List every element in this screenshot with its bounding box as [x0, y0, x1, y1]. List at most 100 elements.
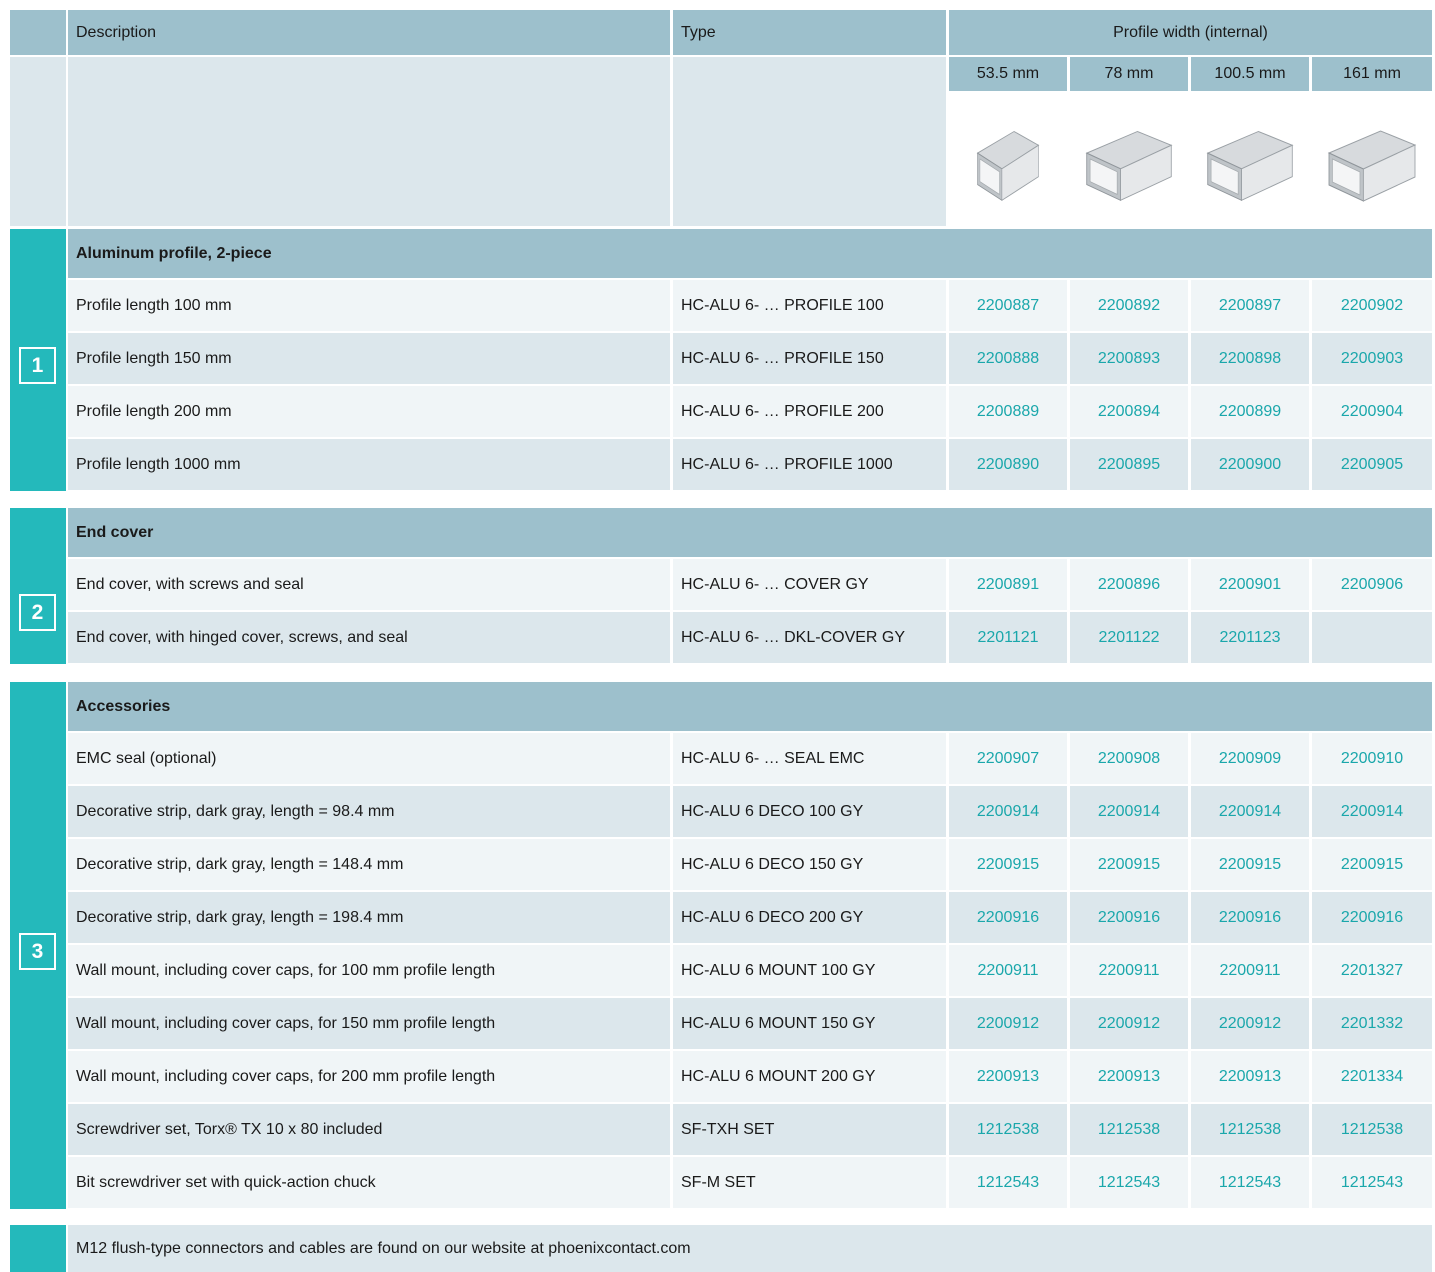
item-number-link[interactable]: 2200908 [1070, 733, 1188, 784]
item-number-link[interactable]: 1212538 [1312, 1104, 1432, 1155]
item-number-link[interactable]: 2200899 [1191, 386, 1309, 437]
item-number-link[interactable]: 2200904 [1312, 386, 1432, 437]
item-number-link[interactable]: 2200912 [949, 998, 1067, 1049]
item-number-link[interactable]: 2200897 [1191, 280, 1309, 331]
item-number-link[interactable]: 2200914 [949, 786, 1067, 837]
item-number-link[interactable]: 2200909 [1191, 733, 1309, 784]
item-number-link[interactable]: 2200890 [949, 439, 1067, 490]
row-description: End cover, with screws and seal [68, 559, 670, 610]
item-number-link[interactable]: 2200902 [1312, 280, 1432, 331]
blank-type-cell [673, 57, 946, 226]
row-type: HC-ALU 6- … PROFILE 1000 [673, 439, 946, 490]
item-number-link[interactable]: 1212543 [1070, 1157, 1188, 1208]
item-number-link[interactable]: 2200893 [1070, 333, 1188, 384]
aluminum-profile-icon [976, 130, 1040, 202]
aluminum-profile-icon [1206, 130, 1294, 202]
item-number-link[interactable]: 2200911 [1191, 945, 1309, 996]
item-number-link[interactable]: 2200916 [1312, 892, 1432, 943]
row-type: HC-ALU 6 MOUNT 150 GY [673, 998, 946, 1049]
row-description: EMC seal (optional) [68, 733, 670, 784]
item-number-link[interactable]: 2200896 [1070, 559, 1188, 610]
item-number-link[interactable]: 2200915 [1070, 839, 1188, 890]
section-3-badge: 3 [19, 933, 56, 970]
item-number-link[interactable]: 2200911 [949, 945, 1067, 996]
row-type: SF-TXH SET [673, 1104, 946, 1155]
item-number-link[interactable]: 2200887 [949, 280, 1067, 331]
item-number-link[interactable]: 2201332 [1312, 998, 1432, 1049]
item-number-link[interactable]: 2200889 [949, 386, 1067, 437]
item-number-link[interactable]: 2200915 [1191, 839, 1309, 890]
profile-image-0 [949, 93, 1067, 226]
type-header: Type [673, 10, 946, 55]
item-number-link[interactable]: 1212543 [1312, 1157, 1432, 1208]
row-description: Profile length 1000 mm [68, 439, 670, 490]
aluminum-profile-icon [1327, 130, 1417, 202]
item-number-link[interactable]: 2201327 [1312, 945, 1432, 996]
row-description: End cover, with hinged cover, screws, an… [68, 612, 670, 663]
row-description: Bit screwdriver set with quick-action ch… [68, 1157, 670, 1208]
row-description: Wall mount, including cover caps, for 10… [68, 945, 670, 996]
item-number-link[interactable]: 2201123 [1191, 612, 1309, 663]
row-description: Screwdriver set, Torx® TX 10 x 80 includ… [68, 1104, 670, 1155]
item-number-link[interactable]: 1212538 [1191, 1104, 1309, 1155]
item-number-link[interactable]: 2200907 [949, 733, 1067, 784]
footer-note: M12 flush-type connectors and cables are… [68, 1225, 1432, 1272]
item-number-link[interactable]: 2200911 [1070, 945, 1188, 996]
width-label-0: 53.5 mm [949, 57, 1067, 91]
item-number-link[interactable]: 2200915 [1312, 839, 1432, 890]
blank-description-cell [68, 57, 670, 226]
section-title: Accessories [68, 682, 1432, 731]
row-type: HC-ALU 6- … SEAL EMC [673, 733, 946, 784]
description-header: Description [68, 10, 670, 55]
item-number-link[interactable]: 2200906 [1312, 559, 1432, 610]
item-number-link[interactable]: 2200916 [1070, 892, 1188, 943]
row-type: HC-ALU 6 DECO 150 GY [673, 839, 946, 890]
item-number-link[interactable]: 2200892 [1070, 280, 1188, 331]
item-number-link[interactable]: 2200895 [1070, 439, 1188, 490]
item-number-link[interactable]: 2200912 [1191, 998, 1309, 1049]
item-number-link[interactable]: 2200915 [949, 839, 1067, 890]
item-number-link[interactable]: 2200913 [1191, 1051, 1309, 1102]
item-number-link[interactable]: 2200910 [1312, 733, 1432, 784]
row-description: Wall mount, including cover caps, for 20… [68, 1051, 670, 1102]
section-title: Aluminum profile, 2-piece [68, 229, 1432, 278]
item-number-link[interactable]: 1212543 [1191, 1157, 1309, 1208]
item-number-link[interactable]: 2200913 [949, 1051, 1067, 1102]
item-number-link[interactable]: 2200912 [1070, 998, 1188, 1049]
row-type: HC-ALU 6- … PROFILE 100 [673, 280, 946, 331]
item-number-link[interactable]: 1212538 [1070, 1104, 1188, 1155]
item-number-link[interactable]: 2200903 [1312, 333, 1432, 384]
row-type: SF-M SET [673, 1157, 946, 1208]
item-number-link[interactable]: 2200898 [1191, 333, 1309, 384]
item-number-link[interactable]: 2200914 [1312, 786, 1432, 837]
row-description: Wall mount, including cover caps, for 15… [68, 998, 670, 1049]
item-number-link[interactable]: 2200900 [1191, 439, 1309, 490]
item-number-link[interactable]: 2201121 [949, 612, 1067, 663]
row-description: Decorative strip, dark gray, length = 19… [68, 892, 670, 943]
item-number-link[interactable]: 2200914 [1191, 786, 1309, 837]
item-number-link[interactable]: 2200901 [1191, 559, 1309, 610]
item-number-link[interactable]: 2200891 [949, 559, 1067, 610]
width-label-1: 78 mm [1070, 57, 1188, 91]
item-number-link [1312, 612, 1432, 663]
profile-width-header: Profile width (internal) [949, 10, 1432, 55]
section-1-badge: 1 [19, 347, 56, 384]
item-number-link[interactable]: 2200916 [1191, 892, 1309, 943]
blank-cell [10, 57, 66, 226]
item-number-link[interactable]: 2201122 [1070, 612, 1188, 663]
item-number-link[interactable]: 2200914 [1070, 786, 1188, 837]
item-number-link[interactable]: 1212543 [949, 1157, 1067, 1208]
row-type: HC-ALU 6- … PROFILE 200 [673, 386, 946, 437]
item-number-link[interactable]: 2200888 [949, 333, 1067, 384]
row-type: HC-ALU 6 MOUNT 100 GY [673, 945, 946, 996]
item-number-link[interactable]: 2200905 [1312, 439, 1432, 490]
row-type: HC-ALU 6 DECO 200 GY [673, 892, 946, 943]
product-table: Description Type Profile width (internal) 5… [0, 0, 1435, 1272]
item-number-link[interactable]: 2200913 [1070, 1051, 1188, 1102]
item-number-link[interactable]: 1212538 [949, 1104, 1067, 1155]
item-number-link[interactable]: 2200894 [1070, 386, 1188, 437]
section-2-sidebar [10, 508, 66, 664]
item-number-link[interactable]: 2200916 [949, 892, 1067, 943]
width-label-2: 100.5 mm [1191, 57, 1309, 91]
item-number-link[interactable]: 2201334 [1312, 1051, 1432, 1102]
